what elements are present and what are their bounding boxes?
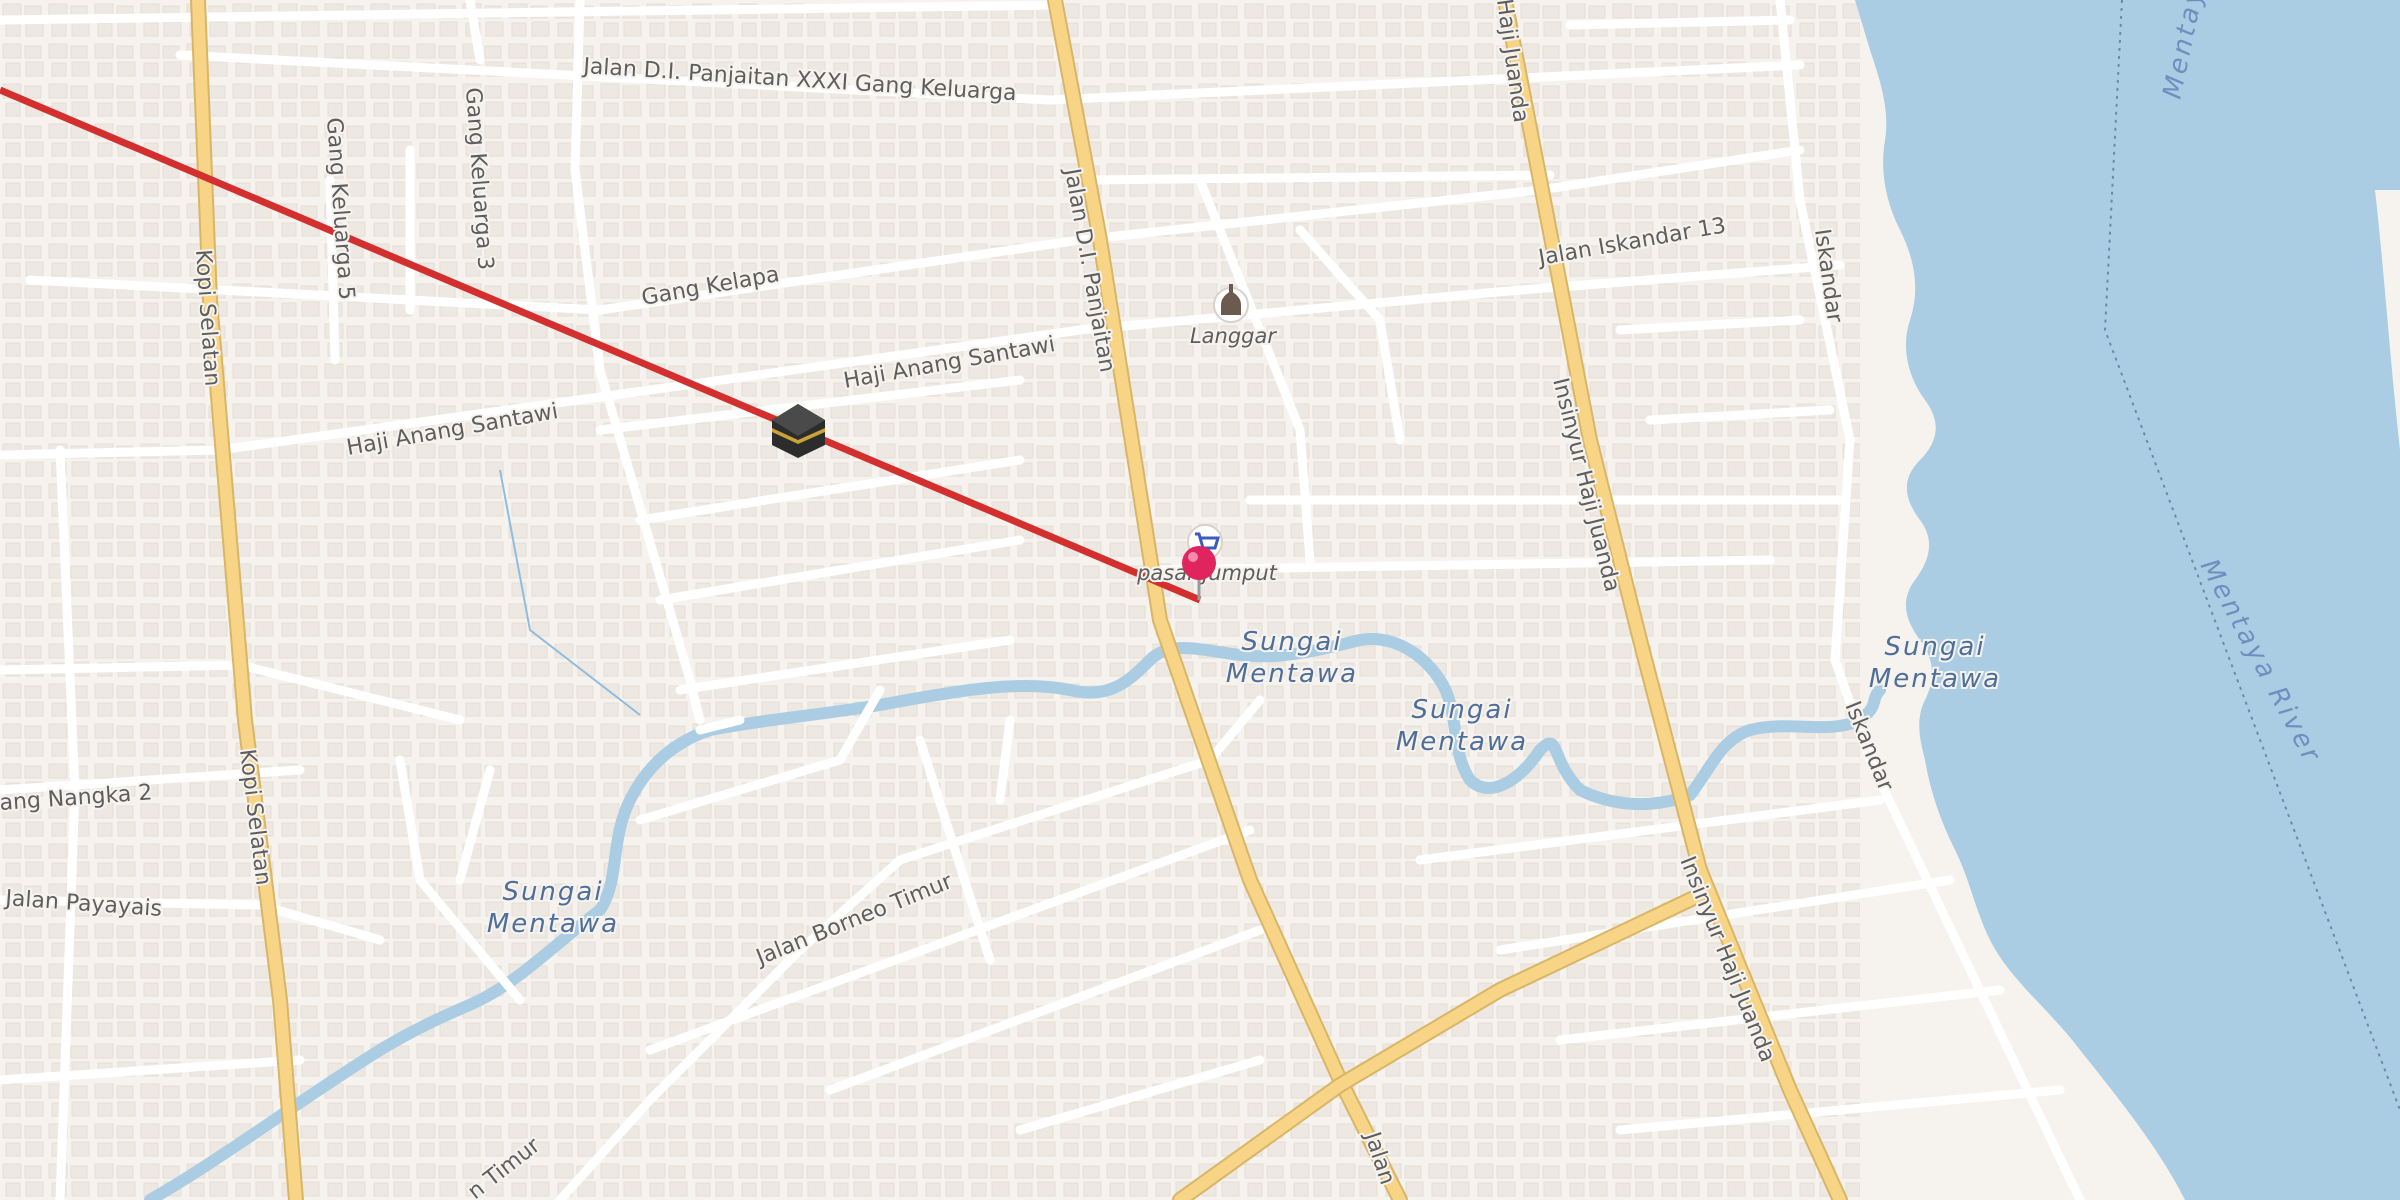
map-canvas[interactable]: Jalan D.I. Panjaitan XXXI Gang Keluarga …: [0, 0, 2400, 1200]
location-pin-icon: [1182, 546, 1216, 580]
water-label-sungai-mentawa-1: Sungai: [1241, 627, 1342, 657]
water-label-sungai-mentawa-3: Sungai: [1884, 632, 1985, 662]
water-label-sungai-mentawa-1-line2: Mentawa: [1226, 659, 1358, 689]
water-label-sungai-mentawa-4-line2: Mentawa: [487, 909, 619, 939]
water-label-sungai-mentawa-2-line2: Mentawa: [1396, 727, 1528, 757]
water-label-sungai-mentawa-3-line2: Mentawa: [1869, 664, 2001, 694]
water-label-sungai-mentawa-4: Sungai: [502, 877, 603, 907]
poi-label-langgar: Langgar: [1190, 324, 1277, 348]
water-label-sungai-mentawa-2: Sungai: [1411, 695, 1512, 725]
